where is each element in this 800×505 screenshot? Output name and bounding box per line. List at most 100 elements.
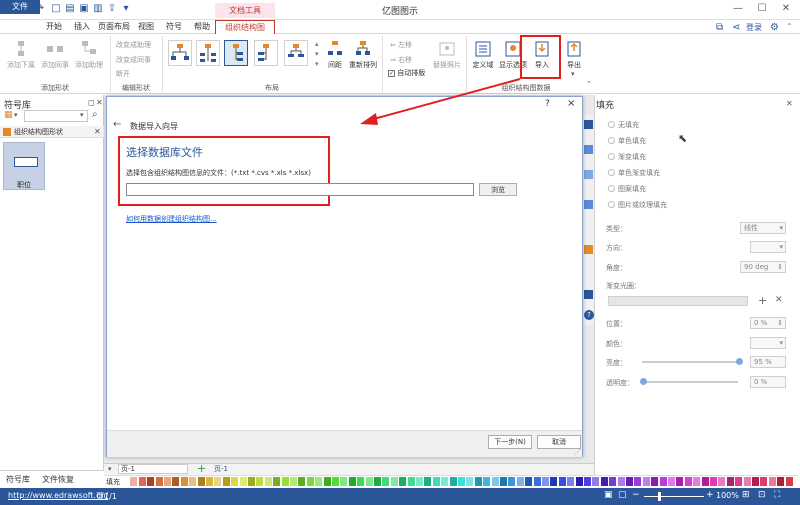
transparency-spinner[interactable]: 0 % — [750, 376, 786, 388]
color-swatch[interactable] — [508, 477, 516, 486]
layer-tool-icon[interactable] — [584, 290, 593, 299]
position-spinner[interactable]: 0 % ⇕ — [750, 317, 786, 329]
color-swatch[interactable] — [130, 477, 138, 486]
color-swatch[interactable] — [491, 477, 499, 486]
color-swatch[interactable] — [197, 477, 205, 486]
minimize-icon[interactable]: — — [730, 2, 746, 16]
help-link[interactable]: 如何用数据创建组织结构图... — [126, 214, 217, 224]
spacing-button[interactable]: 间距 — [324, 40, 346, 70]
color-swatch[interactable] — [323, 477, 331, 486]
color-swatch[interactable] — [206, 477, 213, 486]
color-swatch[interactable] — [264, 477, 272, 486]
tab-file-recovery[interactable]: 文件恢复 — [42, 474, 74, 485]
color-swatch[interactable] — [273, 477, 281, 486]
brightness-slider-track[interactable] — [642, 361, 738, 363]
color-swatch[interactable] — [214, 477, 222, 486]
share-window-icon[interactable]: ⧉ — [716, 22, 723, 33]
color-swatch[interactable] — [441, 477, 449, 486]
transparency-slider-track[interactable] — [642, 381, 738, 383]
color-swatch[interactable] — [357, 477, 365, 486]
category-close-icon[interactable]: ✕ — [94, 127, 101, 136]
page-menu-icon[interactable]: ▾ — [108, 465, 112, 473]
option-single-gradient-fill[interactable]: 单色渐变填充 — [618, 168, 660, 178]
maximize-icon[interactable]: ☐ — [754, 2, 770, 16]
website-link[interactable]: http://www.edrawsoft.cn/ — [8, 491, 108, 500]
cancel-button[interactable]: 取消 — [537, 435, 581, 449]
color-swatch[interactable] — [684, 477, 692, 486]
remove-stop-icon[interactable]: ✕ — [775, 295, 783, 305]
menu-view[interactable]: 视图 — [134, 20, 158, 34]
color-swatch[interactable] — [676, 477, 684, 486]
define-field-button[interactable]: 定义域 — [470, 40, 496, 70]
brightness-spinner[interactable]: 95 % — [750, 356, 786, 368]
color-swatch[interactable] — [735, 477, 743, 486]
move-left-button[interactable]: ⇐ 左移 — [390, 40, 412, 50]
color-swatch[interactable] — [281, 477, 289, 486]
color-swatch[interactable] — [516, 477, 524, 486]
color-swatch[interactable] — [718, 477, 726, 486]
color-swatch[interactable] — [760, 477, 768, 486]
color-swatch[interactable] — [315, 477, 323, 486]
color-swatch[interactable] — [474, 477, 482, 486]
brightness-slider-handle[interactable] — [736, 358, 743, 365]
color-swatch[interactable] — [180, 477, 188, 486]
zoom-in-icon[interactable]: + — [706, 490, 714, 500]
change-to-assistant[interactable]: 改变成助理 — [116, 40, 151, 50]
menu-org-chart[interactable]: 组织结构图 — [215, 20, 275, 34]
menu-help[interactable]: 帮助 — [190, 20, 214, 34]
fullscreen-icon[interactable]: ⛶ — [774, 490, 780, 500]
color-swatch[interactable] — [550, 477, 558, 486]
resize-grip-icon[interactable]: ⋰ — [574, 448, 581, 456]
color-swatch[interactable] — [525, 477, 533, 486]
add-subordinate-button[interactable]: 添加下属 — [6, 40, 36, 70]
relayout-button[interactable]: 重新排列 — [348, 40, 378, 70]
layout-scroll-down-icon[interactable]: ▾ — [315, 50, 319, 58]
option-no-fill[interactable]: 无填充 — [618, 120, 639, 130]
color-swatch[interactable] — [432, 477, 440, 486]
settings-icon[interactable]: ⚙ — [770, 22, 779, 33]
dialog-help-button[interactable]: ? — [545, 99, 550, 109]
color-swatch[interactable] — [466, 477, 474, 486]
color-swatch[interactable] — [458, 477, 465, 486]
color-swatch[interactable] — [449, 477, 457, 486]
color-swatch[interactable] — [382, 477, 390, 486]
symbol-category[interactable]: 组织结构图形状 — [0, 126, 104, 138]
add-stop-icon[interactable]: + — [758, 294, 767, 307]
view-normal-icon[interactable]: ▣ — [604, 490, 613, 500]
color-swatch[interactable] — [726, 477, 734, 486]
color-swatch[interactable] — [500, 477, 507, 486]
color-swatch[interactable] — [752, 477, 759, 486]
login-link[interactable]: 登录 — [746, 22, 762, 33]
color-swatch[interactable] — [567, 477, 575, 486]
color-swatch[interactable] — [348, 477, 356, 486]
next-button[interactable]: 下一步(N) — [488, 435, 532, 449]
help-icon[interactable]: ? — [584, 310, 594, 320]
color-swatch[interactable] — [626, 477, 633, 486]
add-assistant-button[interactable]: 添加助理 — [74, 40, 104, 70]
replace-photo-button[interactable]: 替换照片 — [430, 40, 464, 70]
menu-symbol[interactable]: 符号 — [162, 20, 186, 34]
type-select[interactable]: 线性 ▾ — [740, 222, 786, 234]
color-swatch[interactable] — [298, 477, 306, 486]
change-to-colleague[interactable]: 改变成同事 — [116, 55, 151, 65]
color-swatch[interactable] — [710, 477, 717, 486]
color-swatch[interactable] — [256, 477, 264, 486]
radio-picture-fill[interactable] — [608, 201, 615, 208]
color-swatch[interactable] — [147, 477, 155, 486]
export-button[interactable]: 导出 — [562, 40, 586, 70]
color-swatch[interactable] — [743, 477, 751, 486]
color-swatch[interactable] — [668, 477, 675, 486]
color-swatch[interactable] — [416, 477, 423, 486]
color-swatch[interactable] — [693, 477, 701, 486]
color-swatch[interactable] — [306, 477, 314, 486]
radio-pattern-fill[interactable] — [608, 185, 615, 192]
color-swatch[interactable] — [365, 477, 373, 486]
option-picture-fill[interactable]: 图片或纹理填充 — [618, 200, 667, 210]
color-swatch[interactable] — [642, 477, 650, 486]
color-select[interactable]: ▾ — [750, 337, 786, 349]
color-swatch[interactable] — [407, 477, 415, 486]
direction-select[interactable]: ▾ — [750, 241, 786, 253]
view-fit-icon[interactable]: ▢ — [618, 490, 627, 500]
fill-tool-icon[interactable] — [584, 120, 593, 129]
zoom-out-icon[interactable]: − — [632, 490, 640, 500]
